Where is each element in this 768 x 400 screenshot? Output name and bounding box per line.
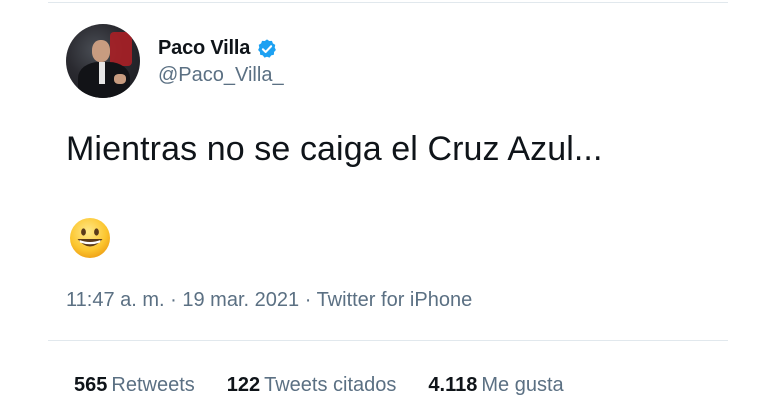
grinning-face-emoji-icon bbox=[70, 218, 110, 258]
tweet-source[interactable]: Twitter for iPhone bbox=[317, 289, 473, 311]
user-info: Paco Villa @Paco_Villa_ bbox=[158, 37, 284, 87]
user-handle[interactable]: @Paco_Villa_ bbox=[158, 64, 284, 87]
quote-tweets-stat[interactable]: 122 Tweets citados bbox=[227, 374, 397, 397]
display-name[interactable]: Paco Villa bbox=[158, 37, 250, 60]
likes-label: Me gusta bbox=[481, 374, 564, 396]
avatar[interactable] bbox=[66, 24, 140, 98]
tweet-time[interactable]: 11:47 a. m. bbox=[66, 289, 165, 311]
tweet-meta: 11:47 a. m. · 19 mar. 2021 · Twitter for… bbox=[66, 289, 472, 312]
likes-count: 4.118 bbox=[428, 374, 478, 396]
name-row: Paco Villa bbox=[158, 37, 284, 60]
tweet-text: Mientras no se caiga el Cruz Azul... bbox=[66, 130, 603, 168]
retweets-count: 565 bbox=[74, 374, 108, 396]
quote-tweets-label: Tweets citados bbox=[264, 374, 397, 396]
quote-tweets-count: 122 bbox=[226, 374, 261, 396]
tweet-stats: 565 Retweets 122 Tweets citados 4.118 Me gu… bbox=[74, 374, 596, 397]
stats-divider bbox=[48, 340, 728, 341]
top-divider bbox=[48, 2, 728, 3]
meta-separator: · bbox=[170, 289, 177, 311]
verified-badge-icon bbox=[258, 38, 277, 58]
tweet-date[interactable]: 19 mar. 2021 bbox=[182, 289, 299, 311]
retweets-label: Retweets bbox=[111, 374, 195, 396]
retweets-stat[interactable]: 565 Retweets bbox=[74, 374, 195, 397]
tweet-header: Paco Villa @Paco_Villa_ bbox=[66, 24, 284, 98]
likes-stat[interactable]: 4.118 Me gusta bbox=[428, 374, 563, 397]
